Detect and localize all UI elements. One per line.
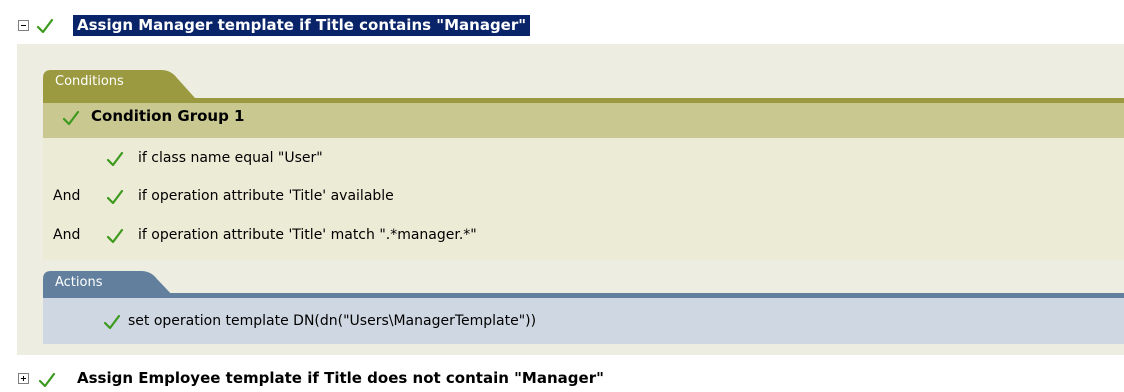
expand-icon[interactable] — [18, 373, 29, 384]
rule-title[interactable]: Assign Manager template if Title contain… — [73, 15, 531, 36]
check-icon — [106, 188, 124, 206]
condition-prefix: And — [53, 188, 81, 204]
check-icon — [106, 150, 124, 168]
condition-text: if operation attribute 'Title' match ".*… — [138, 227, 477, 243]
condition-group-label: Condition Group 1 — [91, 107, 245, 125]
condition-text: if class name equal "User" — [138, 150, 323, 166]
check-icon — [103, 313, 121, 331]
rule-row-employee[interactable]: Assign Employee template if Title does n… — [0, 366, 1124, 392]
check-icon — [62, 109, 80, 127]
check-icon — [36, 17, 54, 35]
tab-conditions[interactable]: Conditions — [43, 70, 203, 98]
action-text: set operation template DN(dn("Users\Mana… — [128, 313, 537, 329]
rule-title[interactable]: Assign Employee template if Title does n… — [73, 368, 608, 389]
tab-actions-label: Actions — [55, 275, 103, 290]
condition-text: if operation attribute 'Title' available — [138, 188, 394, 204]
check-icon — [106, 227, 124, 245]
rule-row-manager[interactable]: Assign Manager template if Title contain… — [0, 12, 1124, 38]
collapse-icon[interactable] — [18, 20, 29, 31]
check-icon — [38, 371, 56, 389]
tab-actions[interactable]: Actions — [43, 271, 183, 298]
tab-conditions-label: Conditions — [55, 74, 124, 89]
condition-prefix: And — [53, 227, 81, 243]
